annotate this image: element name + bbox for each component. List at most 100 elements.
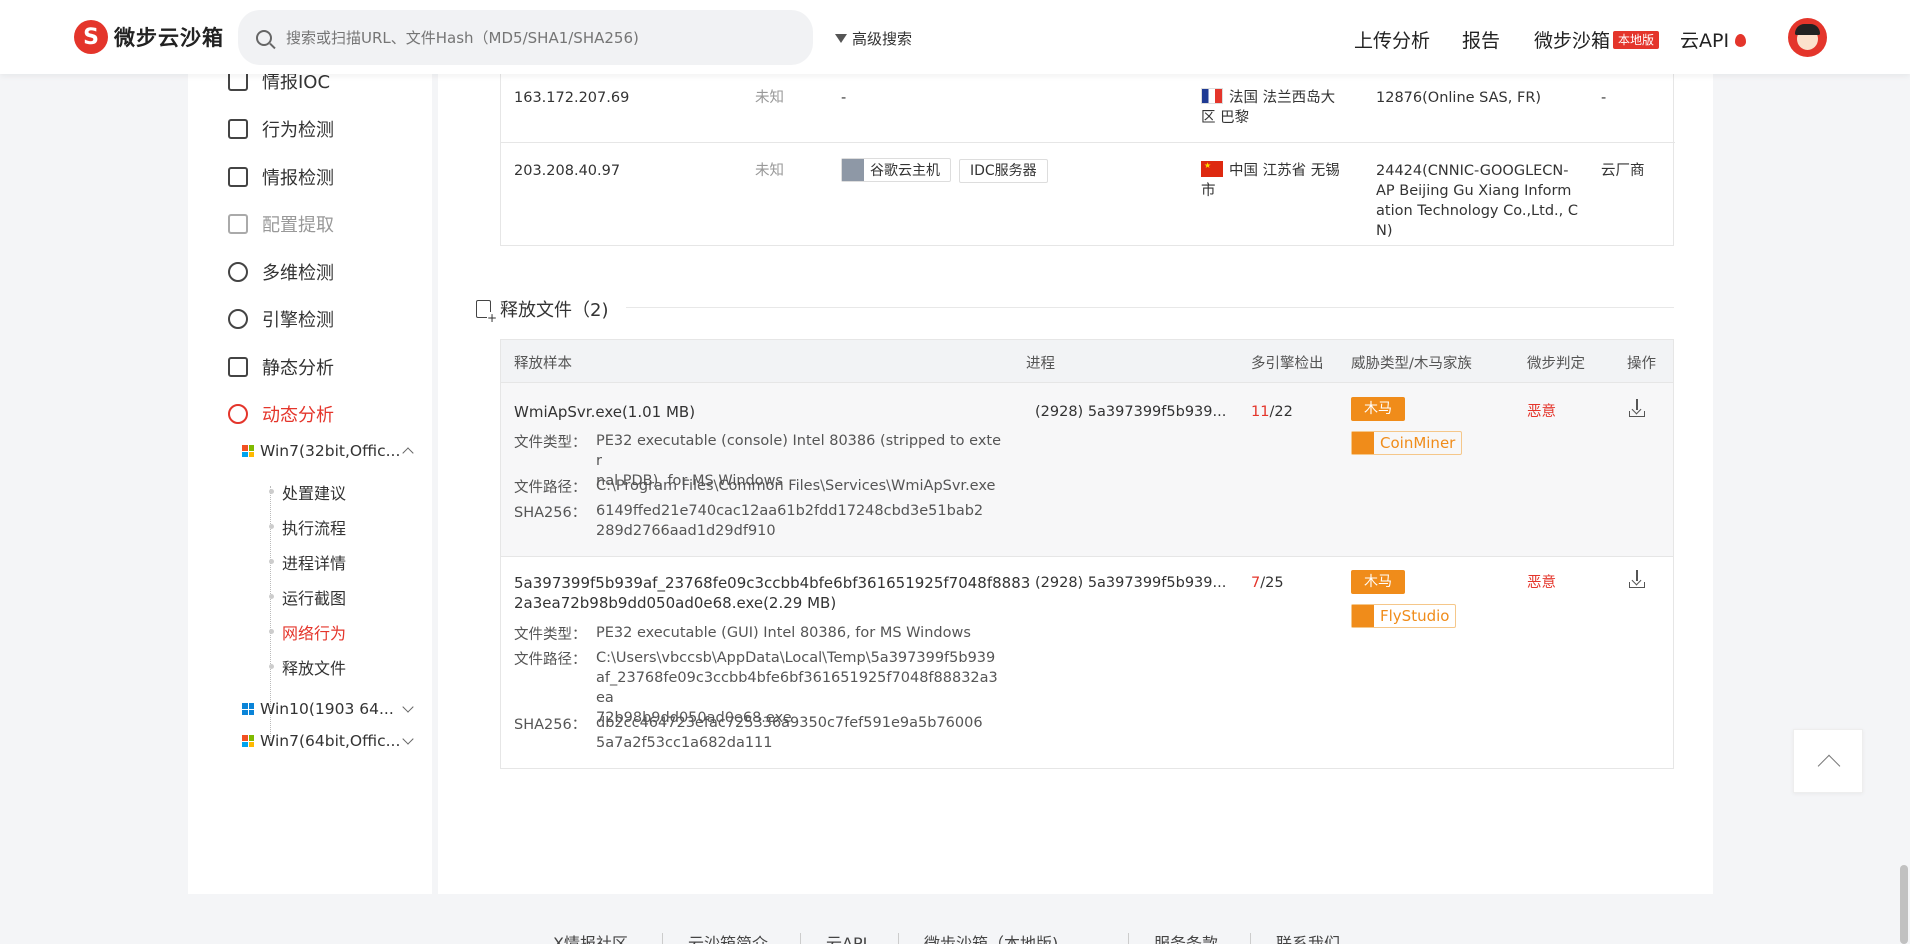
windows-xp-icon (242, 735, 254, 747)
process-link[interactable]: (2928) 5a397399f5b939... (1035, 573, 1226, 593)
nav-sandbox[interactable]: 微步沙箱 本地版 (1534, 26, 1660, 53)
env-label: Win10(1903 64... (260, 700, 394, 718)
engine-detections: 11/22 (1251, 402, 1293, 422)
download-icon[interactable] (1629, 570, 1645, 588)
footer-separator (662, 933, 663, 944)
nav-report[interactable]: 报告 (1462, 26, 1500, 53)
table-row: WmiApSvr.exe(1.01 MB) 文件类型： PE32 executa… (501, 382, 1673, 556)
tree-item-label: 网络行为 (282, 624, 347, 643)
sidebar-item-dynamic-analysis[interactable]: 动态分析 (228, 401, 334, 427)
sidebar-item-label: 配置提取 (262, 215, 334, 236)
section-title-text: 释放文件（2) (500, 300, 609, 321)
released-files-section-title: 释放文件（2) (476, 296, 609, 324)
location-line: 中国 江苏省 无锡 (1229, 163, 1340, 179)
env-label: Win7(64bit,Offic... (260, 732, 401, 750)
tree-dot (269, 664, 274, 669)
family-label: CoinMiner (1380, 434, 1456, 452)
footer-link-local-sandbox[interactable]: 微步沙箱（本地版) (924, 930, 1058, 944)
sidebar-item-label: 行为检测 (262, 120, 334, 141)
footer-separator (1250, 933, 1251, 944)
avatar-hair (1795, 24, 1820, 35)
filetype-label: 文件类型： (514, 435, 587, 451)
filepath-label: 文件路径： (514, 652, 587, 668)
checklist-icon (228, 71, 248, 91)
table-row: 163.172.207.69 未知 - 法国 法兰西岛大区 巴黎 12876(O… (501, 64, 1675, 142)
value-line: af_23768fe09c3ccbb4bfe6bf361651925f7048f… (596, 670, 998, 706)
tag-label: 谷歌云主机 (870, 163, 940, 179)
windows-10-icon (242, 703, 254, 715)
sidebar-item-static-analysis[interactable]: 静态分析 (228, 354, 334, 380)
value-line: 5a7a2f53cc1a682da111 (596, 735, 773, 751)
value-line: db2cc464723efac725336a9350c7fef591e9a5b7… (596, 715, 983, 731)
tree-item-label: 执行流程 (282, 519, 347, 538)
env-win7-64bit[interactable]: Win7(64bit,Offic... (242, 732, 414, 750)
detect-total: /25 (1260, 575, 1284, 591)
logo-mark-icon: S (74, 20, 108, 54)
ip-address[interactable]: 163.172.207.69 (514, 88, 629, 108)
advanced-search-button[interactable]: 高级搜索 (835, 28, 912, 49)
download-icon[interactable] (1629, 399, 1645, 417)
horse-icon (1352, 605, 1374, 627)
sample-name[interactable]: WmiApSvr.exe(1.01 MB) (514, 402, 695, 422)
location-line: 法国 法兰西岛大 (1229, 90, 1336, 106)
sidebar-item-config-extract[interactable]: 配置提取 (228, 211, 334, 237)
search-bar[interactable] (238, 10, 813, 65)
ip-isp: - (1601, 90, 1607, 106)
bookmark-icon (842, 159, 864, 181)
sidebar-item-behavior-detection[interactable]: 行为检测 (228, 116, 334, 142)
col-sample: 释放样本 (514, 356, 572, 372)
sidebar-item-label: 多维检测 (262, 263, 334, 284)
search-input[interactable] (286, 28, 786, 47)
family-tag-box: CoinMiner (1351, 431, 1463, 455)
family-tag[interactable]: FlyStudio (1351, 604, 1457, 628)
footer-link-cloud-api[interactable]: 云API (826, 930, 867, 944)
page-scrollbar[interactable] (1900, 865, 1908, 944)
tools-icon (228, 214, 248, 234)
tree-item-execution-flow[interactable]: 执行流程 (269, 515, 347, 539)
sha256-value: 6149ffed21e740cac12aa61b2fdd17248cbd3e51… (596, 501, 1006, 541)
filetype-label: 文件类型： (514, 627, 587, 643)
env-win7-32bit[interactable]: Win7(32bit,Offic... (242, 442, 414, 460)
env-win10-1903[interactable]: Win10(1903 64... (242, 700, 414, 718)
back-to-top-button[interactable] (1793, 729, 1863, 793)
footer-link-x-intel[interactable]: X情报社区 (553, 930, 628, 944)
tree-item-label: 处置建议 (282, 484, 347, 503)
threat-type-badge: 木马 (1351, 397, 1405, 421)
footer-link-sandbox-intro[interactable]: 云沙箱简介 (688, 930, 768, 944)
logo[interactable]: S 微步云沙箱 (74, 20, 224, 54)
ip-isp: 云厂商 (1601, 163, 1645, 179)
trojan-badge: 木马 (1351, 570, 1405, 594)
tree-item-process-details[interactable]: 进程详情 (269, 550, 346, 574)
threat-type-badge: 木马 (1351, 570, 1405, 594)
user-avatar[interactable] (1788, 18, 1827, 57)
tree-item-screenshots[interactable]: 运行截图 (269, 585, 346, 609)
footer-link-contact[interactable]: 联系我们 (1276, 930, 1340, 944)
filter-icon (835, 34, 847, 43)
filepath-value: C:\Program Files\Common Files\Services\W… (596, 478, 996, 494)
sidebar-item-multi-detection[interactable]: 多维检测 (228, 259, 334, 285)
ip-status: 未知 (755, 90, 784, 106)
ip-asn: 12876(Online SAS, FR) (1376, 90, 1542, 106)
process-link[interactable]: (2928) 5a397399f5b939... (1035, 402, 1226, 422)
tag-idc-server[interactable]: IDC服务器 (959, 159, 1048, 183)
asn-line: ation Technology Co.,Ltd., C (1376, 203, 1578, 219)
tree-item-released-files[interactable]: 释放文件 (269, 655, 346, 679)
radar-icon (228, 262, 248, 282)
nav-sandbox-label: 微步沙箱 (1534, 30, 1611, 52)
tree-item-disposal-advice[interactable]: 处置建议 (269, 480, 347, 504)
network-table: 163.172.207.69 未知 - 法国 法兰西岛大区 巴黎 12876(O… (500, 64, 1675, 246)
sidebar-item-engine-detection[interactable]: 引擎检测 (228, 306, 334, 332)
tag-google-cloud[interactable]: 谷歌云主机 (841, 158, 951, 182)
main-content: 163.172.207.69 未知 - 法国 法兰西岛大区 巴黎 12876(O… (438, 64, 1713, 894)
nav-cloud-api[interactable]: 云API (1680, 26, 1747, 53)
sidebar-item-intel-detection[interactable]: 情报检测 (228, 164, 334, 190)
ip-address[interactable]: 203.208.40.97 (514, 161, 620, 181)
local-version-badge: 本地版 (1613, 31, 1660, 49)
family-tag-box: FlyStudio (1351, 604, 1457, 628)
sample-name[interactable]: 5a397399f5b939af_23768fe09c3ccbb4bfe6bf3… (514, 573, 1030, 613)
family-tag[interactable]: CoinMiner (1351, 431, 1463, 455)
tree-dot (269, 629, 274, 634)
footer-link-terms[interactable]: 服务条款 (1154, 930, 1218, 944)
nav-upload[interactable]: 上传分析 (1354, 26, 1430, 53)
tree-item-network-behavior[interactable]: 网络行为 (269, 620, 347, 644)
